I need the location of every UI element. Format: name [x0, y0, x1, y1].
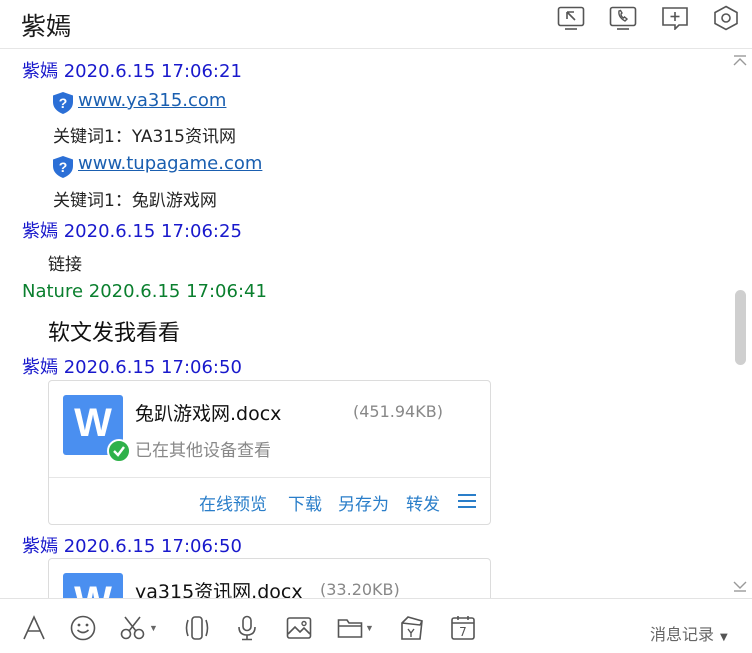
message-history-label: 消息记录 — [650, 625, 715, 644]
message-meta: 紫嫣 2020.6.15 17:06:21 — [22, 61, 242, 82]
scrollbar-thumb[interactable] — [735, 290, 746, 365]
scroll-up-button[interactable] — [732, 54, 748, 68]
calendar-icon: 7 — [451, 616, 475, 640]
emoji-icon — [70, 615, 96, 641]
file-name: 兔趴游戏网.docx — [135, 403, 282, 425]
shake-button[interactable] — [183, 615, 211, 641]
keyword-text: 关键词1：兔趴游戏网 — [53, 191, 217, 211]
shake-icon — [185, 616, 209, 640]
website-link[interactable]: www.tupagame.com — [78, 153, 262, 174]
scroll-to-top-icon — [733, 55, 747, 66]
forward-button[interactable]: 转发 — [406, 490, 440, 515]
chevron-down-icon: ▼ — [365, 623, 374, 633]
screenshot-button[interactable]: ▼ — [119, 615, 158, 641]
settings-button[interactable] — [712, 5, 740, 31]
file-card[interactable]: W 兔趴游戏网.docx (451.94KB) 已在其他设备查看 在线预览 下载… — [48, 380, 491, 525]
input-toolbar: ▼ ▼ 7 消息记录 ▼ — [0, 598, 752, 653]
download-button[interactable]: 下载 — [288, 490, 322, 515]
website-link[interactable]: www.ya315.com — [78, 90, 226, 111]
red-packet-icon — [401, 616, 423, 640]
message-text: 软文发我看看 — [48, 321, 181, 346]
file-status: 已在其他设备查看 — [135, 441, 271, 461]
security-shield-icon: ? — [53, 92, 73, 114]
keyword-text: 关键词1：YA315资讯网 — [53, 127, 236, 147]
red-packet-button[interactable] — [398, 615, 426, 641]
scroll-to-bottom-icon — [733, 581, 747, 592]
svg-text:?: ? — [59, 95, 68, 111]
check-badge-icon — [107, 439, 131, 463]
settings-icon — [714, 5, 738, 31]
message-text: 链接 — [48, 255, 82, 275]
voice-message-button[interactable] — [236, 615, 258, 641]
chevron-down-icon: ▼ — [149, 623, 158, 633]
word-file-icon: W — [63, 395, 131, 463]
screen-share-icon — [557, 6, 585, 30]
image-icon — [286, 617, 312, 639]
message-meta: 紫嫣 2020.6.15 17:06:50 — [22, 357, 242, 378]
save-as-button[interactable]: 另存为 — [338, 490, 389, 515]
phone-icon — [609, 6, 637, 30]
folder-icon — [337, 619, 363, 638]
font-icon — [23, 615, 45, 640]
chevron-down-icon: ▼ — [720, 632, 728, 643]
screen-share-button[interactable] — [557, 5, 585, 31]
scissors-icon — [120, 616, 145, 640]
message-meta: Nature 2020.6.15 17:06:41 — [22, 281, 267, 302]
chat-title: 紫嫣 — [21, 12, 72, 41]
svg-text:7: 7 — [459, 625, 467, 639]
file-card[interactable]: W ya315资讯网.docx (33.20KB) — [48, 558, 491, 598]
word-file-icon: W — [63, 573, 123, 598]
message-history-button[interactable]: 消息记录 ▼ — [650, 621, 728, 645]
file-size: (451.94KB) — [353, 402, 443, 421]
more-menu-icon[interactable] — [458, 494, 476, 508]
file-size: (33.20KB) — [320, 580, 400, 598]
send-file-button[interactable]: ▼ — [337, 615, 374, 641]
file-name: ya315资讯网.docx — [135, 581, 303, 598]
chat-header: 紫嫣 — [0, 0, 752, 49]
svg-text:?: ? — [59, 159, 68, 175]
preview-online-button[interactable]: 在线预览 — [199, 490, 267, 515]
microphone-icon — [238, 615, 256, 641]
message-meta: 紫嫣 2020.6.15 17:06:50 — [22, 536, 242, 557]
file-actions: 在线预览 下载 另存为 转发 — [49, 477, 490, 524]
voice-call-button[interactable] — [609, 5, 637, 31]
add-chat-icon — [662, 7, 688, 30]
font-button[interactable] — [22, 615, 46, 641]
send-image-button[interactable] — [286, 615, 312, 641]
message-list[interactable]: 紫嫣 2020.6.15 17:06:21 ? www.ya315.com 关键… — [0, 50, 752, 598]
security-shield-icon: ? — [53, 156, 73, 178]
emoji-button[interactable] — [70, 615, 96, 641]
scroll-down-button[interactable] — [732, 579, 748, 593]
message-meta: 紫嫣 2020.6.15 17:06:25 — [22, 221, 242, 242]
add-chat-button[interactable] — [661, 5, 689, 31]
calendar-button[interactable]: 7 — [450, 615, 476, 641]
